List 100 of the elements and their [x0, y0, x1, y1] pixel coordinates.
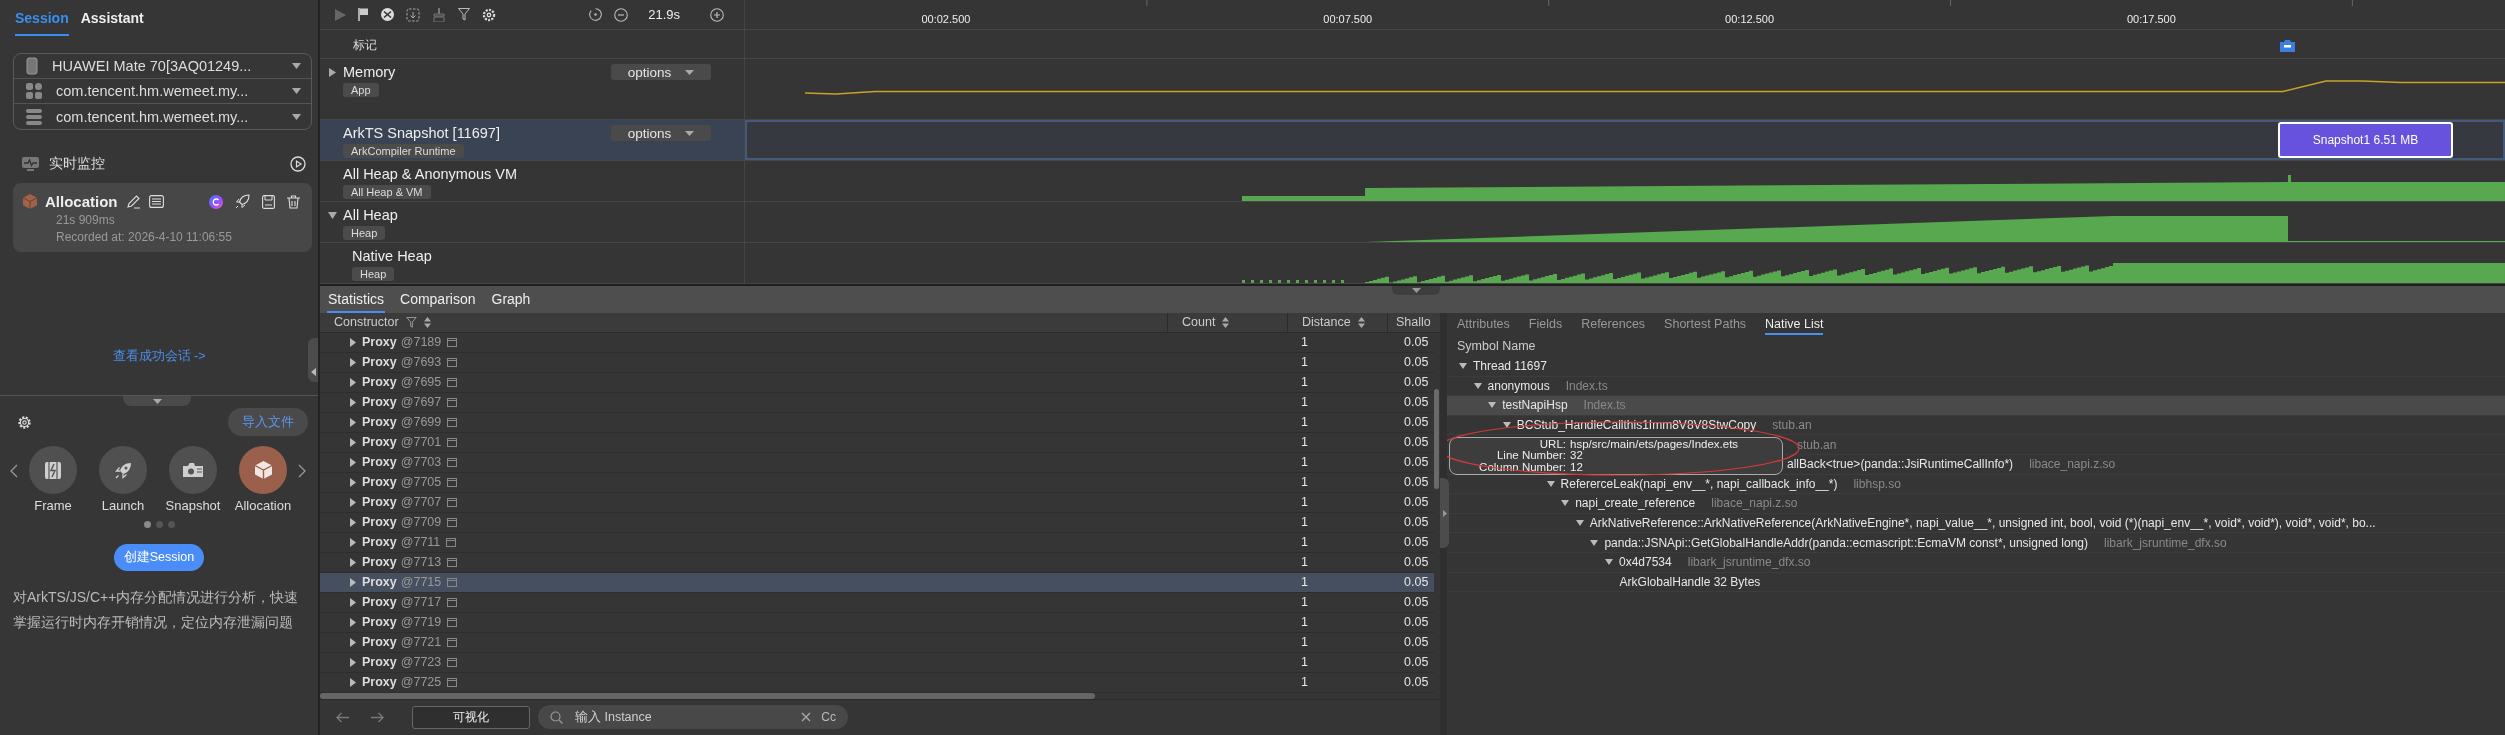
- detail-tab[interactable]: Native List: [1765, 317, 1824, 335]
- triangle-down-icon[interactable]: [1590, 539, 1599, 546]
- triangle-down-icon[interactable]: [328, 211, 337, 219]
- window-icon[interactable]: [447, 677, 458, 687]
- snapshot-button[interactable]: Snapshot1 6.51 MB: [2277, 122, 2453, 158]
- collapse-handle[interactable]: [308, 338, 318, 382]
- column-header[interactable]: Shallo: [1388, 313, 1440, 332]
- tree-row[interactable]: ArkNativeReference::ArkNativeReference(ArkNativeEngine*, napi_value__*, unsigned int, bool, void (*)(napi_env__*, void*, void*), void*, void*, bo...: [1447, 513, 2505, 534]
- flag-icon[interactable]: [358, 8, 369, 21]
- tree-row[interactable]: Thread 11697: [1447, 357, 2505, 377]
- sort-icon[interactable]: [423, 316, 431, 328]
- dropdown[interactable]: com.tencent.hm.wemeet.my...: [14, 79, 311, 104]
- sidebar-tab[interactable]: Session: [15, 8, 69, 36]
- table-row[interactable]: Proxy @7705 1 0.05: [320, 472, 1434, 493]
- tree-row[interactable]: napi_create_reference libace_napi.z.so: [1447, 494, 2505, 514]
- triangle-down-icon[interactable]: [1502, 422, 1511, 429]
- tree-row[interactable]: ArkGlobalHandle 32 Bytes: [1447, 572, 2505, 593]
- dropdown[interactable]: HUAWEI Mate 70[3AQ01249...: [14, 54, 311, 79]
- table-row[interactable]: Proxy @7189 1 0.05: [320, 332, 1434, 353]
- filter-icon[interactable]: [405, 316, 417, 328]
- template-button[interactable]: [99, 446, 147, 494]
- table-row[interactable]: Proxy @7721 1 0.05: [320, 632, 1434, 653]
- table-row[interactable]: Proxy @7697 1 0.05: [320, 392, 1434, 413]
- table-row[interactable]: Proxy @7709 1 0.05: [320, 512, 1434, 533]
- page-dot[interactable]: [167, 521, 175, 528]
- broom-icon[interactable]: [432, 7, 446, 22]
- triangle-down-icon[interactable]: [1473, 382, 1482, 389]
- scrollbar[interactable]: [1434, 388, 1439, 489]
- session-card[interactable]: Allocation 21s 909ms Recorded at: 2026-4-10 11:06:55: [13, 183, 312, 252]
- table-row[interactable]: Proxy @7701 1 0.05: [320, 432, 1434, 453]
- sort-icon[interactable]: [1222, 316, 1230, 328]
- table-row[interactable]: Proxy @7695 1 0.05: [320, 372, 1434, 393]
- match-case-toggle[interactable]: Cc: [821, 710, 836, 725]
- column-header[interactable]: Count: [1168, 313, 1288, 332]
- zoom-out-icon[interactable]: [614, 7, 629, 22]
- tree-row[interactable]: panda::JSNApi::GetGlobalHandleAddr(panda::ecmascript::EcmaVM const*, unsigned long) libark_jsruntime_dfx.so: [1447, 533, 2505, 553]
- window-icon[interactable]: [447, 657, 458, 667]
- save-icon[interactable]: [262, 194, 275, 209]
- table-row[interactable]: Proxy @7699 1 0.05: [320, 412, 1434, 433]
- detail-tab[interactable]: References: [1581, 317, 1646, 335]
- table-row[interactable]: Proxy @7723 1 0.05: [320, 652, 1434, 673]
- window-icon[interactable]: [447, 357, 458, 367]
- window-icon[interactable]: [447, 617, 458, 627]
- view-tab[interactable]: Graph: [490, 291, 532, 313]
- dropdown[interactable]: com.tencent.hm.wemeet.my...: [14, 104, 311, 129]
- options-dropdown[interactable]: options: [611, 125, 711, 141]
- search-field[interactable]: 输入 Instance Cc: [538, 705, 848, 730]
- window-icon[interactable]: [447, 477, 458, 487]
- template-button[interactable]: [239, 446, 287, 494]
- tree-row[interactable]: testNapiHsp Index.ts: [1447, 396, 2505, 416]
- list-icon[interactable]: [148, 195, 164, 208]
- view-tab[interactable]: Comparison: [399, 291, 477, 313]
- table-row[interactable]: Proxy @7725 1 0.05: [320, 672, 1434, 693]
- dashed-square-icon[interactable]: [406, 7, 420, 22]
- view-sessions-link[interactable]: 查看成功会话 ->: [112, 348, 206, 365]
- triangle-right-icon[interactable]: [328, 67, 337, 77]
- detail-tab[interactable]: Fields: [1528, 317, 1563, 335]
- detail-tab[interactable]: Attributes: [1457, 317, 1510, 335]
- table-row[interactable]: Proxy @7711 1 0.05: [320, 532, 1434, 553]
- play-circle-icon[interactable]: [290, 156, 306, 172]
- window-icon[interactable]: [447, 417, 458, 427]
- pencil-icon[interactable]: [125, 194, 141, 209]
- triangle-down-icon[interactable]: [1605, 559, 1613, 566]
- collapse-handle[interactable]: [1440, 478, 1449, 548]
- visualize-button[interactable]: 可视化: [412, 705, 530, 729]
- chevron-left-icon[interactable]: [10, 464, 18, 478]
- window-icon[interactable]: [447, 457, 458, 467]
- detail-tab[interactable]: Shortest Paths: [1664, 317, 1747, 335]
- triangle-down-icon[interactable]: [1546, 480, 1555, 487]
- column-header[interactable]: Distance: [1288, 313, 1388, 332]
- table-row[interactable]: Proxy @7719 1 0.05: [320, 612, 1434, 633]
- back-arrow-icon[interactable]: [336, 711, 350, 723]
- sort-icon[interactable]: [1357, 316, 1365, 328]
- table-row[interactable]: Proxy @7703 1 0.05: [320, 452, 1434, 473]
- gradient-circle-icon[interactable]: [209, 194, 223, 209]
- window-icon[interactable]: [447, 337, 458, 347]
- table-row[interactable]: Proxy @7717 1 0.05: [320, 592, 1434, 613]
- triangle-down-icon[interactable]: [1459, 363, 1467, 370]
- panel-toggle[interactable]: [123, 396, 191, 406]
- scrollbar[interactable]: [320, 692, 1095, 699]
- table-row[interactable]: Proxy @7713 1 0.05: [320, 552, 1434, 573]
- window-icon[interactable]: [447, 517, 458, 527]
- zoom-in-icon[interactable]: [710, 7, 724, 22]
- template-button[interactable]: [29, 446, 77, 494]
- split-toggle[interactable]: [1392, 286, 1440, 295]
- filter-icon[interactable]: [458, 8, 470, 21]
- circle-slash-icon[interactable]: [381, 8, 394, 21]
- track-row[interactable]: All Heap & Anonymous VM All Heap & VM: [320, 161, 2505, 202]
- trash-icon[interactable]: [287, 194, 300, 209]
- triangle-down-icon[interactable]: [1575, 520, 1584, 527]
- window-icon[interactable]: [447, 557, 458, 567]
- options-dropdown[interactable]: options: [611, 64, 711, 80]
- table-row[interactable]: Proxy @7693 1 0.05: [320, 352, 1434, 373]
- window-icon[interactable]: [447, 597, 458, 607]
- settings-icon[interactable]: [17, 414, 32, 430]
- chevron-right-icon[interactable]: [298, 464, 306, 478]
- forward-arrow-icon[interactable]: [370, 711, 384, 723]
- page-dot[interactable]: [155, 521, 163, 528]
- column-header[interactable]: Constructor: [320, 313, 1168, 332]
- track-row[interactable]: Native Heap Heap: [320, 243, 2505, 284]
